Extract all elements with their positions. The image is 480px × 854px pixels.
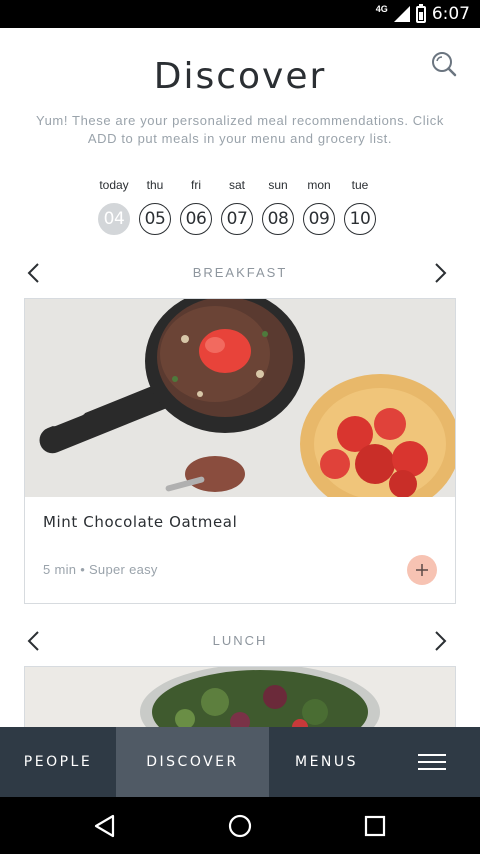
day-selector: today 04 thu 05 fri 06 sat 07 sun 08 mon… <box>98 178 376 235</box>
nav-discover[interactable]: DISCOVER <box>116 727 269 797</box>
day-label: today <box>99 178 129 192</box>
day-number: 07 <box>221 203 253 235</box>
page-title: Discover <box>153 56 327 97</box>
day-number: 05 <box>139 203 171 235</box>
battery-icon <box>415 3 426 23</box>
network-type: 4G <box>375 4 388 14</box>
day-fri[interactable]: fri 06 <box>180 178 212 235</box>
meal-card-lunch[interactable] <box>24 666 456 736</box>
meal-photo <box>25 299 455 497</box>
lunch-section-header: LUNCH <box>0 626 480 656</box>
signal-icon <box>393 6 410 22</box>
status-bar: 4G 6:07 <box>0 0 480 28</box>
breakfast-section-header: BREAKFAST <box>0 258 480 288</box>
recents-icon[interactable] <box>361 812 389 840</box>
day-label: tue <box>351 178 369 192</box>
clock: 6:07 <box>431 4 470 24</box>
nav-people[interactable]: PEOPLE <box>0 727 116 797</box>
hamburger-icon <box>418 754 446 770</box>
day-label: thu <box>146 178 164 192</box>
search-icon[interactable] <box>430 50 458 78</box>
day-tue[interactable]: tue 10 <box>344 178 376 235</box>
system-navigation-bar <box>0 797 480 854</box>
back-icon[interactable] <box>91 812 119 840</box>
day-sat[interactable]: sat 07 <box>221 178 253 235</box>
home-icon[interactable] <box>226 812 254 840</box>
meal-meta: 5 min • Super easy <box>43 562 158 577</box>
day-thu[interactable]: thu 05 <box>139 178 171 235</box>
meal-card[interactable]: Mint Chocolate Oatmeal 5 min • Super eas… <box>24 298 456 604</box>
day-number: 04 <box>98 203 130 235</box>
page-subtitle: Yum! These are your personalized meal re… <box>36 113 444 146</box>
section-label-breakfast: BREAKFAST <box>192 265 288 280</box>
day-today[interactable]: today 04 <box>98 178 130 235</box>
day-label: fri <box>191 178 201 192</box>
day-number: 10 <box>344 203 376 235</box>
day-label: sat <box>228 178 245 192</box>
nav-menus[interactable]: MENUS <box>269 727 384 797</box>
day-sun[interactable]: sun 08 <box>262 178 294 235</box>
meal-title[interactable]: Mint Chocolate Oatmeal <box>43 513 237 531</box>
menu-button[interactable] <box>384 727 480 797</box>
day-label: sun <box>268 178 288 192</box>
bottom-navigation: PEOPLE DISCOVER MENUS <box>0 727 480 797</box>
day-label: mon <box>307 178 331 192</box>
meal-photo <box>25 667 455 736</box>
day-number: 09 <box>303 203 335 235</box>
chevron-right-icon[interactable] <box>430 630 450 652</box>
day-number: 06 <box>180 203 212 235</box>
plus-icon <box>416 564 428 576</box>
add-meal-button[interactable] <box>407 555 437 585</box>
section-label-lunch: LUNCH <box>212 633 268 648</box>
day-mon[interactable]: mon 09 <box>303 178 335 235</box>
chevron-right-icon[interactable] <box>430 262 450 284</box>
day-number: 08 <box>262 203 294 235</box>
